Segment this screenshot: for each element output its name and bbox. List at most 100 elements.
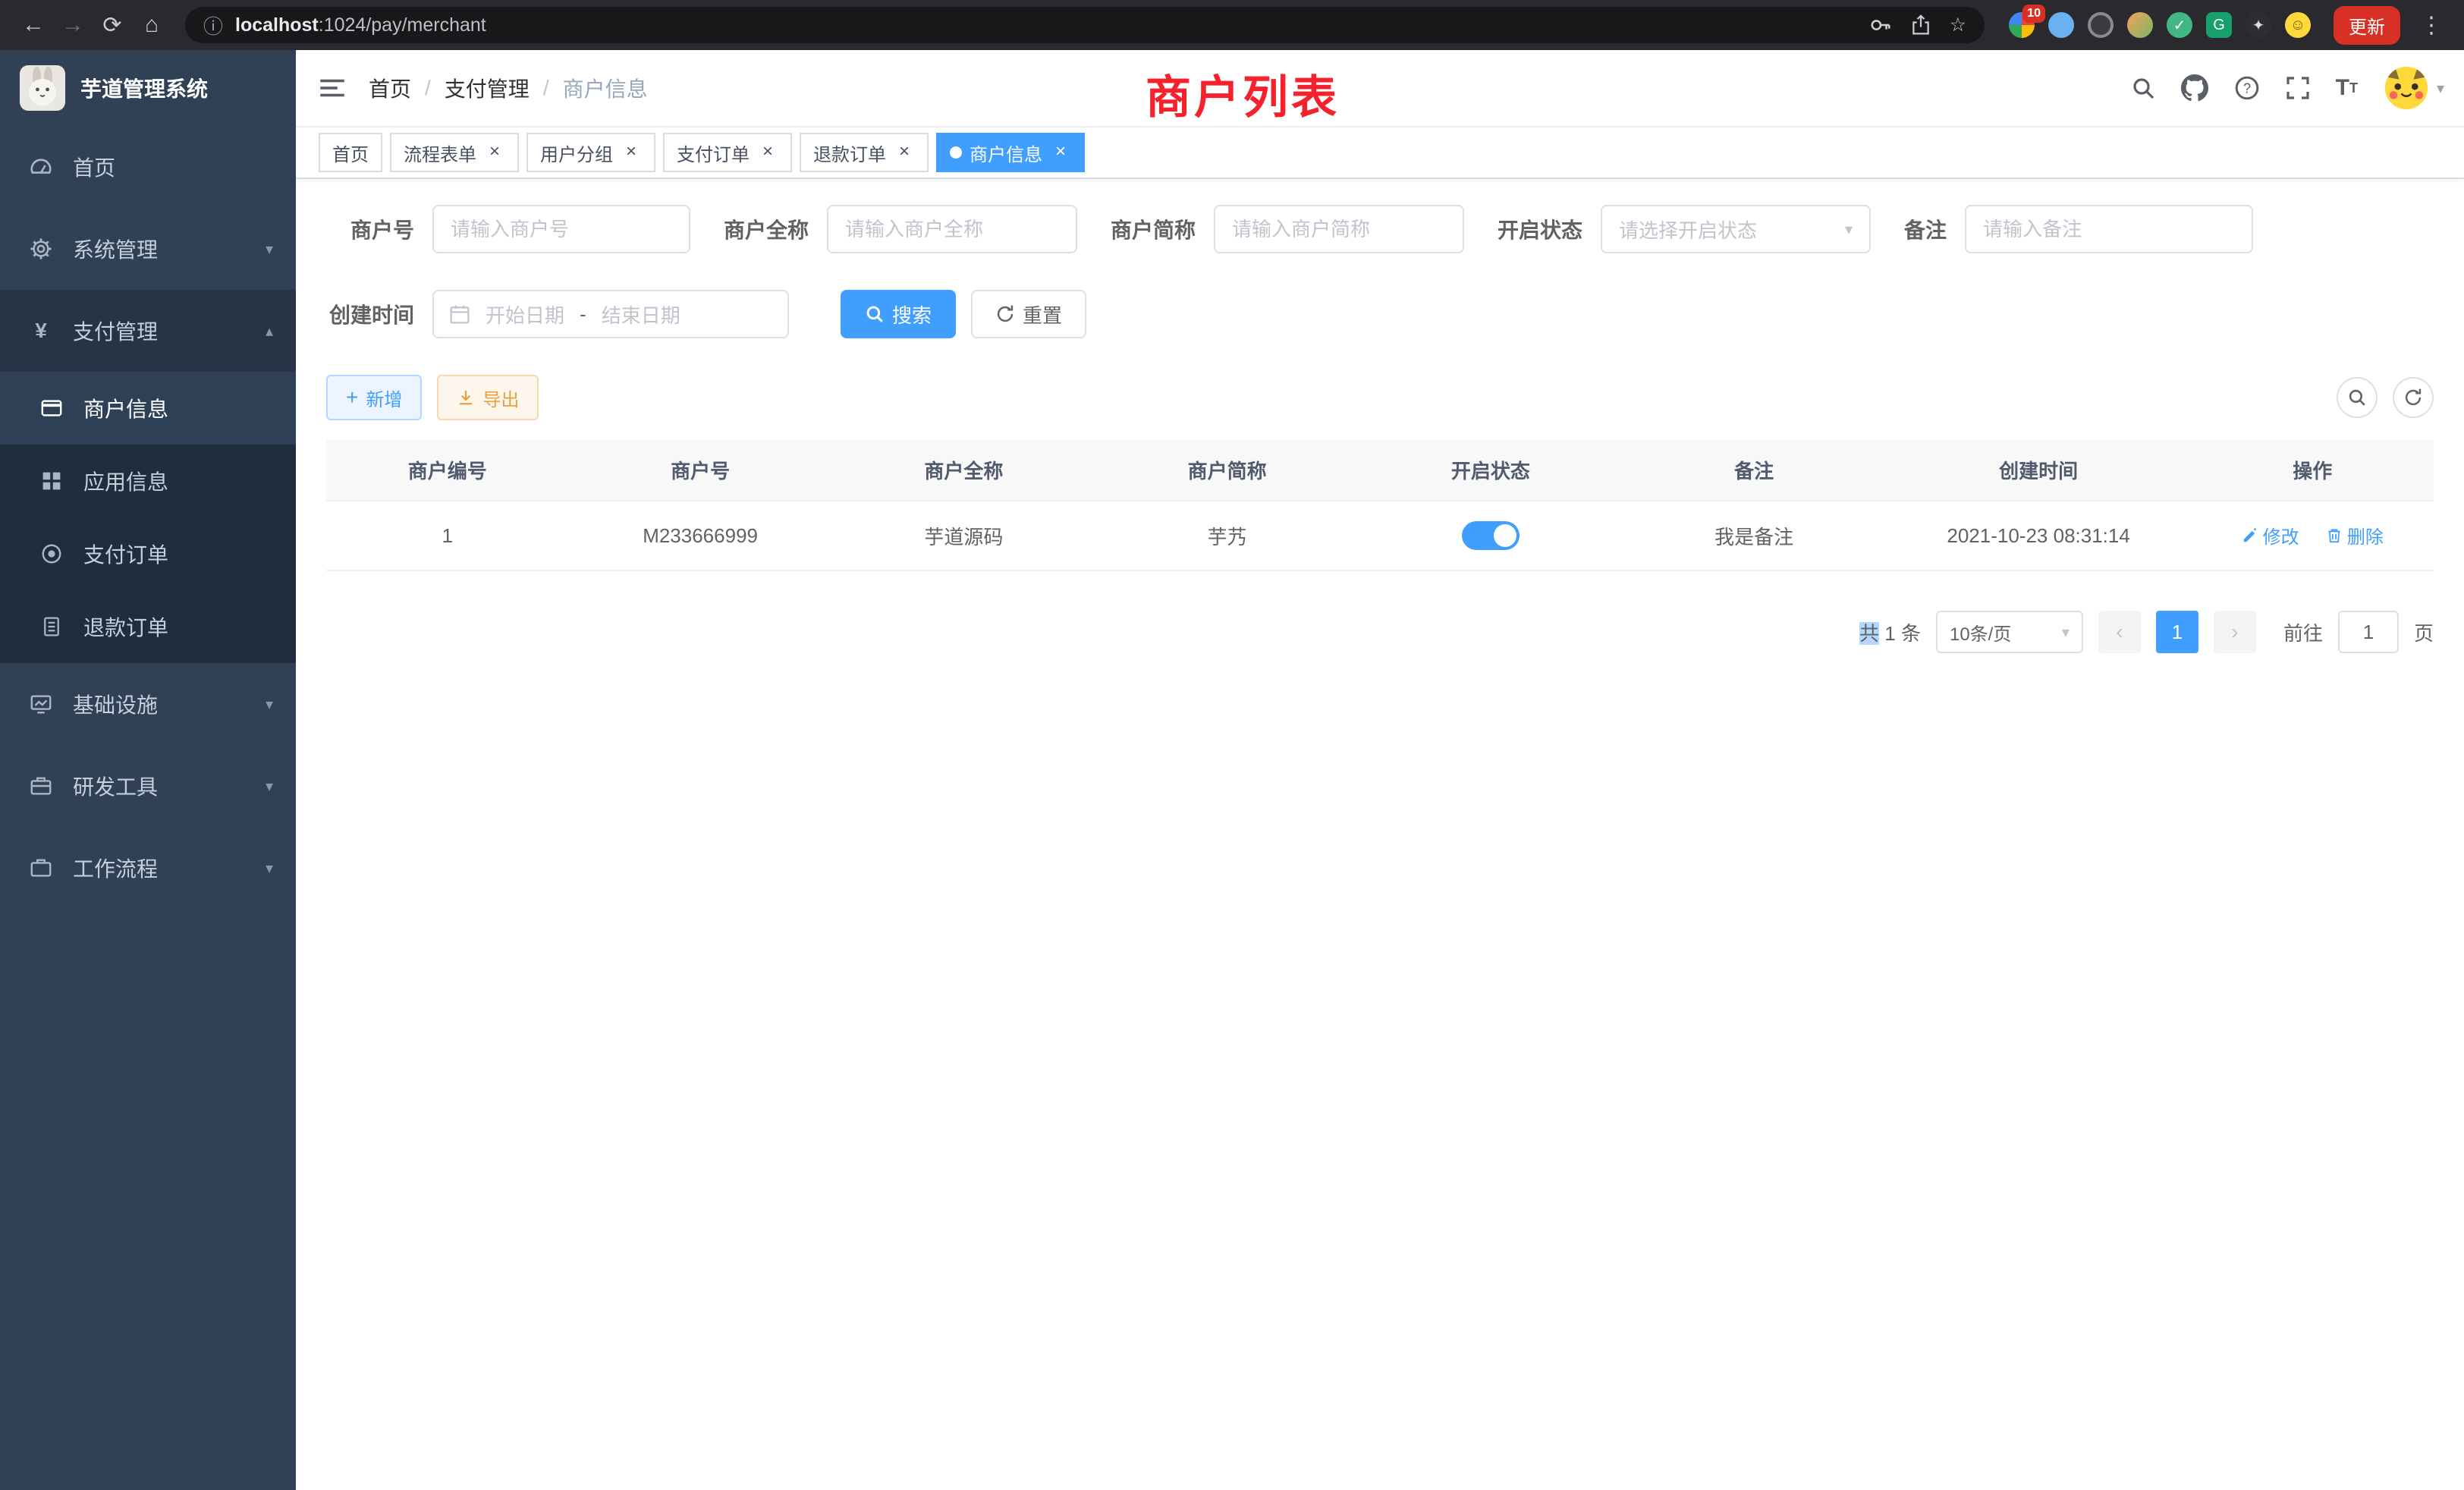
- tab-refund-orders[interactable]: 退款订单 ×: [800, 133, 929, 172]
- tab-merchant-info[interactable]: 商户信息 ×: [936, 133, 1085, 172]
- browser-update-button[interactable]: 更新: [2334, 6, 2400, 45]
- sidebar-item-merchant-info[interactable]: 商户信息: [0, 372, 296, 445]
- page-content: 商户号 商户全称 商户简称 开启状态 请选择开启状态 ▾: [296, 179, 2464, 1490]
- status-select[interactable]: 请选择开启状态 ▾: [1601, 205, 1871, 253]
- refresh-table-icon[interactable]: [2393, 377, 2434, 418]
- add-button[interactable]: + 新增: [326, 375, 422, 420]
- sidebar-item-refund-orders[interactable]: 退款订单: [0, 590, 296, 663]
- table-tools: [2337, 377, 2434, 418]
- sidebar-item-workflow[interactable]: 工作流程 ▾: [0, 827, 296, 909]
- bookmark-star-icon[interactable]: ☆: [1950, 14, 1966, 36]
- tab-user-group[interactable]: 用户分组 ×: [526, 133, 655, 172]
- sidebar-logo[interactable]: 芋道管理系统: [0, 50, 296, 126]
- merchant-table: 商户编号 商户号 商户全称 商户简称 开启状态 备注 创建时间 操作 1 M23…: [326, 440, 2434, 571]
- remark-input[interactable]: [1983, 218, 2235, 241]
- table-toolbar: + 新增 导出: [326, 375, 2434, 420]
- export-button[interactable]: 导出: [437, 375, 539, 420]
- extension-dark-circle-icon[interactable]: [2088, 12, 2114, 38]
- extension-smiley-icon[interactable]: ☺: [2285, 12, 2311, 38]
- sidebar-item-label: 退款订单: [83, 611, 273, 642]
- chevron-down-icon: ▾: [1845, 220, 1853, 239]
- column-header: 商户全称: [832, 440, 1095, 501]
- breadcrumb-payment[interactable]: 支付管理: [445, 73, 530, 103]
- font-size-icon[interactable]: TT: [2336, 75, 2358, 101]
- goto-page-input[interactable]: [2338, 611, 2399, 653]
- extension-green-check-icon[interactable]: ✓: [2167, 12, 2192, 38]
- url-text[interactable]: localhost:1024/pay/merchant: [235, 14, 1857, 36]
- browser-home-button[interactable]: ⌂: [134, 7, 170, 43]
- tab-close-icon[interactable]: ×: [484, 142, 505, 163]
- browser-menu-icon[interactable]: ⋮: [2414, 12, 2449, 39]
- next-page-button[interactable]: ›: [2214, 611, 2256, 653]
- extension-dark-star-icon[interactable]: ✦: [2246, 12, 2271, 38]
- select-placeholder: 请选择开启状态: [1619, 215, 1757, 244]
- short-name-input[interactable]: [1232, 218, 1446, 241]
- filter-remark: 备注: [1904, 205, 2253, 253]
- extension-puzzle-icon[interactable]: 10: [2009, 12, 2035, 38]
- sidebar-item-home[interactable]: 首页: [0, 126, 296, 208]
- tab-label: 支付订单: [677, 140, 750, 166]
- toggle-search-icon[interactable]: [2337, 377, 2378, 418]
- extension-blue-dot-icon[interactable]: [2048, 12, 2074, 38]
- monitor-chart-icon: [29, 693, 53, 715]
- yen-icon: ¥: [29, 319, 53, 343]
- filter-label: 备注: [1904, 214, 1947, 244]
- briefcase-icon: [29, 857, 53, 879]
- sidebar-item-infrastructure[interactable]: 基础设施 ▾: [0, 663, 296, 745]
- extension-avatar-icon[interactable]: [2127, 12, 2153, 38]
- breadcrumb-home[interactable]: 首页: [369, 73, 411, 103]
- url-host: localhost: [235, 14, 319, 36]
- sidebar-item-dev-tools[interactable]: 研发工具 ▾: [0, 745, 296, 827]
- password-key-icon[interactable]: [1869, 14, 1892, 36]
- filter-full-name: 商户全称: [724, 205, 1077, 253]
- prev-page-button[interactable]: ‹: [2098, 611, 2141, 653]
- github-icon[interactable]: [2181, 74, 2208, 102]
- search-button[interactable]: 搜索: [841, 290, 956, 338]
- page-size-select[interactable]: 10条/页 ▾: [1936, 611, 2083, 653]
- tab-close-icon[interactable]: ×: [1050, 142, 1071, 163]
- avatar: [2384, 65, 2429, 111]
- goto-label: 前往: [2283, 618, 2323, 646]
- page-title: 商户列表: [1146, 61, 1340, 127]
- reset-button[interactable]: 重置: [971, 290, 1086, 338]
- site-info-icon[interactable]: ⓘ: [203, 11, 223, 39]
- fullscreen-icon[interactable]: [2286, 76, 2310, 100]
- export-button-label: 导出: [482, 385, 519, 411]
- status-toggle[interactable]: [1462, 521, 1520, 550]
- browser-forward-button[interactable]: →: [55, 7, 91, 43]
- browser-reload-button[interactable]: ⟳: [94, 7, 130, 43]
- search-icon[interactable]: [2131, 76, 2155, 100]
- cell-full-name: 芋道源码: [832, 501, 1095, 571]
- full-name-input[interactable]: [845, 218, 1059, 241]
- sidebar-toggle-icon[interactable]: [296, 74, 369, 102]
- browser-back-button[interactable]: ←: [15, 7, 52, 43]
- breadcrumb: 首页 / 支付管理 / 商户信息: [369, 73, 648, 103]
- user-menu[interactable]: ▾: [2384, 65, 2444, 111]
- help-icon[interactable]: ?: [2234, 75, 2260, 101]
- dashboard-icon: [29, 156, 53, 178]
- sidebar-item-app-info[interactable]: 应用信息: [0, 445, 296, 517]
- tab-home[interactable]: 首页: [319, 133, 382, 172]
- edit-link[interactable]: 修改: [2242, 522, 2299, 549]
- address-bar[interactable]: ⓘ localhost:1024/pay/merchant ☆: [185, 7, 1985, 43]
- tab-pay-orders[interactable]: 支付订单 ×: [663, 133, 792, 172]
- sidebar-item-label: 工作流程: [73, 853, 246, 883]
- merchant-no-input[interactable]: [451, 218, 672, 241]
- extension-green-square-icon[interactable]: G: [2206, 12, 2232, 38]
- tab-close-icon[interactable]: ×: [621, 142, 642, 163]
- tab-label: 商户信息: [970, 140, 1042, 166]
- page-number-button[interactable]: 1: [2156, 611, 2198, 653]
- tab-process-form[interactable]: 流程表单 ×: [390, 133, 519, 172]
- delete-link[interactable]: 删除: [2326, 522, 2384, 549]
- date-range-picker[interactable]: 开始日期 - 结束日期: [432, 290, 789, 338]
- sidebar-item-system[interactable]: 系统管理 ▾: [0, 208, 296, 290]
- tab-label: 流程表单: [404, 140, 476, 166]
- share-icon[interactable]: [1910, 14, 1931, 36]
- tab-close-icon[interactable]: ×: [894, 142, 915, 163]
- cell-merchant-id: 1: [326, 501, 568, 571]
- filter-label: 创建时间: [326, 299, 414, 329]
- sidebar-item-payment[interactable]: ¥ 支付管理 ▴: [0, 290, 296, 372]
- tab-close-icon[interactable]: ×: [757, 142, 778, 163]
- filter-create-time: 创建时间 开始日期 - 结束日期: [326, 290, 789, 338]
- sidebar-item-pay-orders[interactable]: 支付订单: [0, 517, 296, 590]
